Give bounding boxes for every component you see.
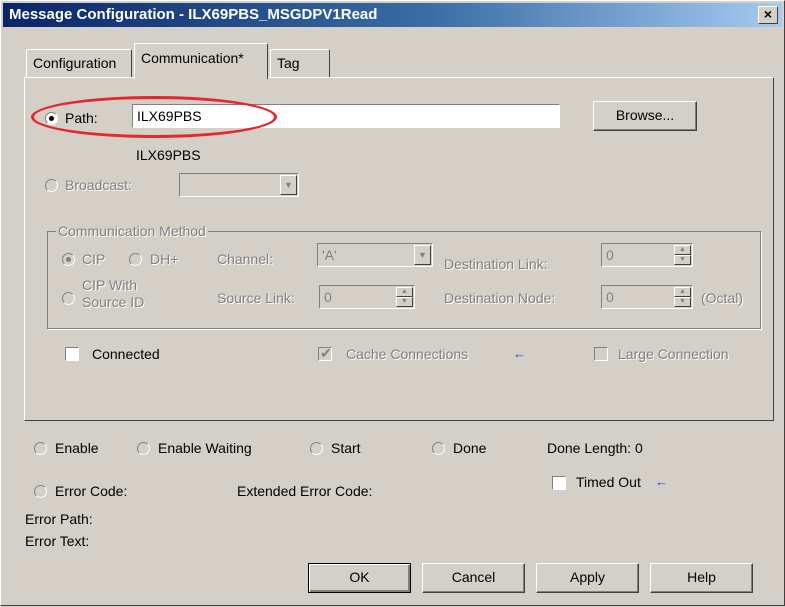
enable-status-indicator	[34, 442, 47, 455]
done-label: Done	[453, 440, 487, 456]
path-resolved-text: ILX69PBS	[136, 147, 201, 163]
connected-label: Connected	[92, 346, 160, 362]
path-radio[interactable]	[45, 112, 58, 125]
enable-waiting-status-indicator	[137, 442, 150, 455]
cip-label: CIP	[82, 251, 106, 267]
dhplus-label: DH+	[150, 251, 179, 267]
message-configuration-dialog: Message Configuration - ILX69PBS_MSGDPV1…	[0, 0, 785, 606]
enable-label: Enable	[55, 440, 99, 456]
error-text-label: Error Text:	[25, 533, 90, 549]
ok-button[interactable]: OK	[308, 563, 411, 593]
channel-dropdown-arrow-icon[interactable]: ▼	[414, 245, 431, 265]
radio-selected-dot	[66, 257, 71, 262]
cache-connections-label: Cache Connections	[346, 346, 469, 362]
source-link-up-icon[interactable]: ▲	[396, 287, 413, 297]
arrow-left-icon: ←	[513, 346, 526, 361]
arrow-left-icon: ←	[655, 474, 668, 489]
start-status-indicator	[310, 442, 323, 455]
done-status-indicator	[432, 442, 445, 455]
dhplus-radio[interactable]	[129, 253, 142, 266]
cip-source-label-1: CIP With	[82, 277, 137, 293]
timed-out-checkbox	[552, 476, 566, 490]
octal-label: (Octal)	[701, 290, 743, 306]
source-link-label: Source Link:	[217, 290, 295, 306]
large-connection-label: Large Connection	[618, 346, 729, 362]
channel-label: Channel:	[217, 251, 274, 267]
large-connection-checkbox[interactable]	[594, 347, 608, 361]
check-mark-icon: ✔	[320, 345, 332, 361]
source-link-down-icon[interactable]: ▼	[396, 297, 413, 307]
apply-button[interactable]: Apply	[536, 563, 639, 593]
help-button[interactable]: Help	[650, 563, 753, 593]
broadcast-dropdown-arrow-icon[interactable]: ▼	[280, 175, 297, 195]
destination-node-up-icon[interactable]: ▲	[674, 287, 691, 297]
destination-node-down-icon[interactable]: ▼	[674, 297, 691, 307]
cache-connections-checkbox[interactable]: ✔	[318, 345, 332, 361]
done-length-text: Done Length: 0	[547, 440, 643, 456]
panel-content: Path: ILX69PBS Browse... ILX69PBS Broadc…	[1, 1, 785, 607]
extended-error-code-label: Extended Error Code:	[237, 483, 373, 499]
timed-out-label: Timed Out	[576, 474, 641, 490]
destination-link-label: Destination Link:	[444, 256, 548, 272]
browse-button[interactable]: Browse...	[593, 101, 697, 131]
error-code-label: Error Code:	[55, 483, 128, 499]
communication-method-title: Communication Method	[56, 223, 208, 239]
cip-source-label-2: Source ID	[82, 294, 145, 310]
path-label: Path:	[65, 110, 98, 126]
radio-selected-dot	[49, 116, 54, 121]
connected-checkbox[interactable]	[65, 347, 79, 361]
broadcast-radio[interactable]	[45, 179, 58, 192]
error-path-label: Error Path:	[25, 511, 93, 527]
destination-node-label: Destination Node:	[444, 290, 556, 306]
cancel-button[interactable]: Cancel	[422, 563, 525, 593]
cip-source-radio[interactable]	[62, 292, 75, 305]
enable-waiting-label: Enable Waiting	[158, 440, 252, 456]
error-code-status-indicator	[34, 485, 47, 498]
destination-link-up-icon[interactable]: ▲	[674, 245, 691, 255]
destination-link-down-icon[interactable]: ▼	[674, 255, 691, 265]
path-input[interactable]: ILX69PBS	[132, 104, 560, 128]
broadcast-label: Broadcast:	[65, 177, 132, 193]
start-label: Start	[331, 440, 361, 456]
cip-radio[interactable]	[62, 253, 75, 266]
